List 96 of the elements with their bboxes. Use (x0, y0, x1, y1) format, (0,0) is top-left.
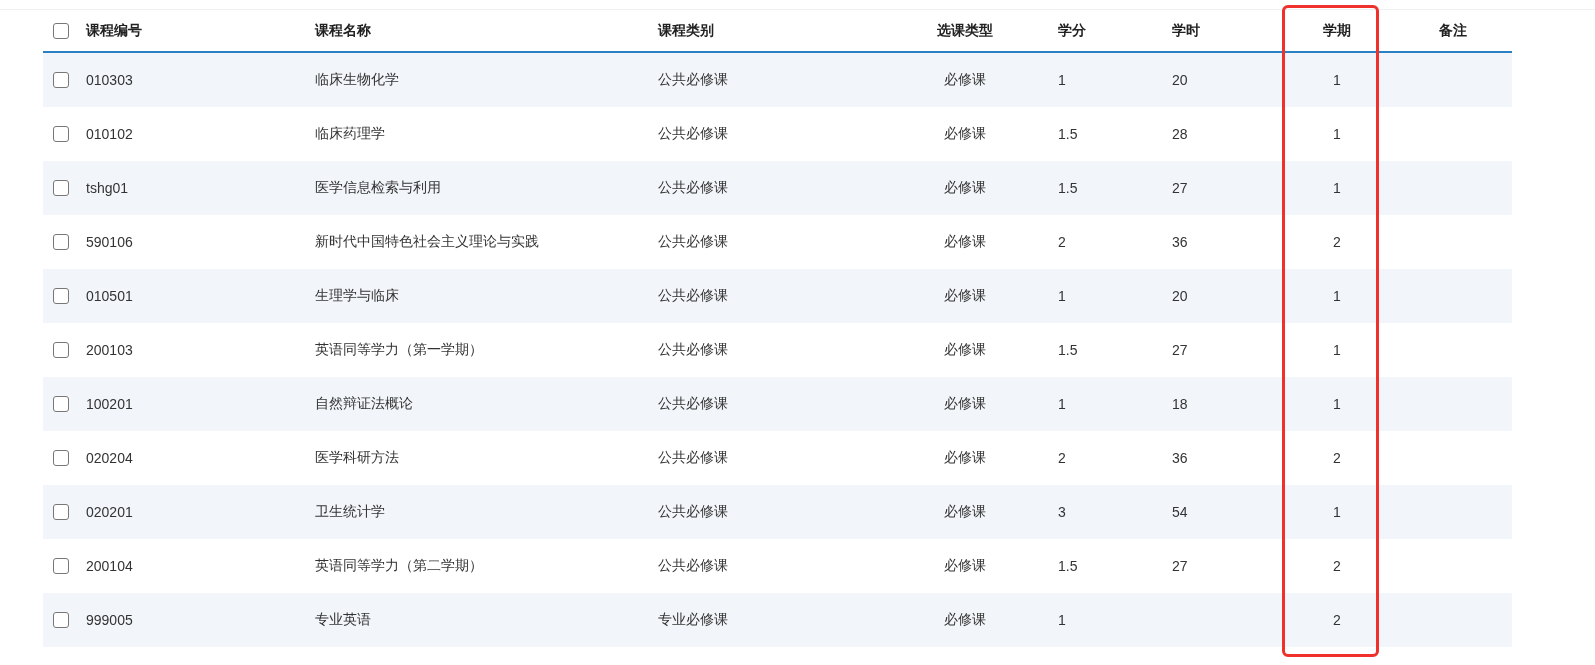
column-header: 学分 (1058, 21, 1086, 40)
table-cell: 18 (1172, 396, 1188, 412)
table-cell: 20 (1172, 288, 1188, 304)
table-cell: 1.5 (1058, 342, 1078, 358)
table-cell: 1 (1333, 504, 1341, 520)
table-cell: 卫生统计学 (315, 503, 385, 521)
table-cell: 生理学与临床 (315, 287, 399, 305)
table-cell: 公共必修课 (658, 179, 728, 197)
table-cell: 1 (1333, 288, 1341, 304)
table-cell: 1 (1058, 72, 1066, 88)
table-cell: 1 (1333, 342, 1341, 358)
row-checkbox[interactable] (53, 558, 69, 574)
table-cell: 英语同等学力（第一学期） (315, 341, 483, 359)
column-header: 课程名称 (315, 21, 371, 40)
table-cell: 1 (1333, 126, 1341, 142)
table-cell: 010501 (86, 288, 133, 304)
table-cell: 1 (1058, 396, 1066, 412)
row-checkbox[interactable] (53, 234, 69, 250)
table-cell: 1 (1058, 288, 1066, 304)
table-cell: 020204 (86, 450, 133, 466)
row-checkbox[interactable] (53, 342, 69, 358)
row-checkbox[interactable] (53, 126, 69, 142)
table-cell: 必修课 (944, 557, 986, 575)
table-cell: 2 (1058, 450, 1066, 466)
table-cell: 27 (1172, 342, 1188, 358)
table-cell: 公共必修课 (658, 71, 728, 89)
column-header: 课程编号 (86, 21, 142, 40)
table-cell: 公共必修课 (658, 125, 728, 143)
table-cell: 必修课 (944, 233, 986, 251)
table-cell: 2 (1333, 450, 1341, 466)
table-cell: 54 (1172, 504, 1188, 520)
table-cell: tshg01 (86, 180, 129, 196)
table-cell: 英语同等学力（第二学期） (315, 557, 483, 575)
table-cell: 临床生物化学 (315, 71, 399, 89)
table-cell: 必修课 (944, 179, 986, 197)
table-cell: 36 (1172, 450, 1188, 466)
table-cell: 020201 (86, 504, 133, 520)
row-checkbox[interactable] (53, 450, 69, 466)
table-cell: 公共必修课 (658, 395, 728, 413)
table-cell: 公共必修课 (658, 233, 728, 251)
table-cell: 1.5 (1058, 558, 1078, 574)
row-checkbox[interactable] (53, 180, 69, 196)
column-header: 学期 (1323, 21, 1351, 40)
row-checkbox[interactable] (53, 612, 69, 628)
table-cell: 2 (1333, 558, 1341, 574)
select-all-checkbox[interactable] (53, 22, 69, 39)
table-cell: 公共必修课 (658, 287, 728, 305)
table-cell: 必修课 (944, 287, 986, 305)
table-cell: 1.5 (1058, 180, 1078, 196)
table-cell: 36 (1172, 234, 1188, 250)
table-cell: 1 (1333, 396, 1341, 412)
table-cell: 必修课 (944, 341, 986, 359)
table-cell: 1 (1333, 180, 1341, 196)
table-cell: 100201 (86, 396, 133, 412)
table-cell: 公共必修课 (658, 341, 728, 359)
table-cell: 自然辩证法概论 (315, 395, 413, 413)
table-cell: 200103 (86, 342, 133, 358)
table-cell: 医学科研方法 (315, 449, 399, 467)
table-cell: 1 (1058, 612, 1066, 628)
table-cell: 必修课 (944, 449, 986, 467)
table-cell: 必修课 (944, 503, 986, 521)
table-cell: 1 (1333, 72, 1341, 88)
table-cell: 专业必修课 (658, 611, 728, 629)
column-header: 学时 (1172, 21, 1200, 40)
table-cell: 专业英语 (315, 611, 371, 629)
table-cell: 200104 (86, 558, 133, 574)
table-cell: 1.5 (1058, 126, 1078, 142)
table-cell: 必修课 (944, 71, 986, 89)
table-cell: 999005 (86, 612, 133, 628)
table-cell: 590106 (86, 234, 133, 250)
column-header: 备注 (1439, 21, 1467, 40)
table-cell: 28 (1172, 126, 1188, 142)
row-checkbox[interactable] (53, 504, 69, 520)
table-cell: 27 (1172, 558, 1188, 574)
table-cell: 公共必修课 (658, 503, 728, 521)
table-cell: 010303 (86, 72, 133, 88)
row-checkbox[interactable] (53, 396, 69, 412)
table-cell: 27 (1172, 180, 1188, 196)
table-cell: 医学信息检索与利用 (315, 179, 441, 197)
table-cell: 2 (1333, 612, 1341, 628)
row-checkbox[interactable] (53, 288, 69, 304)
table-cell: 2 (1333, 234, 1341, 250)
table-cell: 必修课 (944, 125, 986, 143)
table-cell: 2 (1058, 234, 1066, 250)
table-cell: 临床药理学 (315, 125, 385, 143)
table-cell: 20 (1172, 72, 1188, 88)
table-cell: 3 (1058, 504, 1066, 520)
table-cell: 必修课 (944, 611, 986, 629)
table-cell: 010102 (86, 126, 133, 142)
table-cell: 公共必修课 (658, 449, 728, 467)
row-checkbox[interactable] (53, 72, 69, 88)
table-cell: 公共必修课 (658, 557, 728, 575)
table-cell: 新时代中国特色社会主义理论与实践 (315, 233, 539, 251)
column-header: 选课类型 (937, 21, 993, 40)
column-header: 课程类别 (658, 21, 714, 40)
table-cell: 必修课 (944, 395, 986, 413)
